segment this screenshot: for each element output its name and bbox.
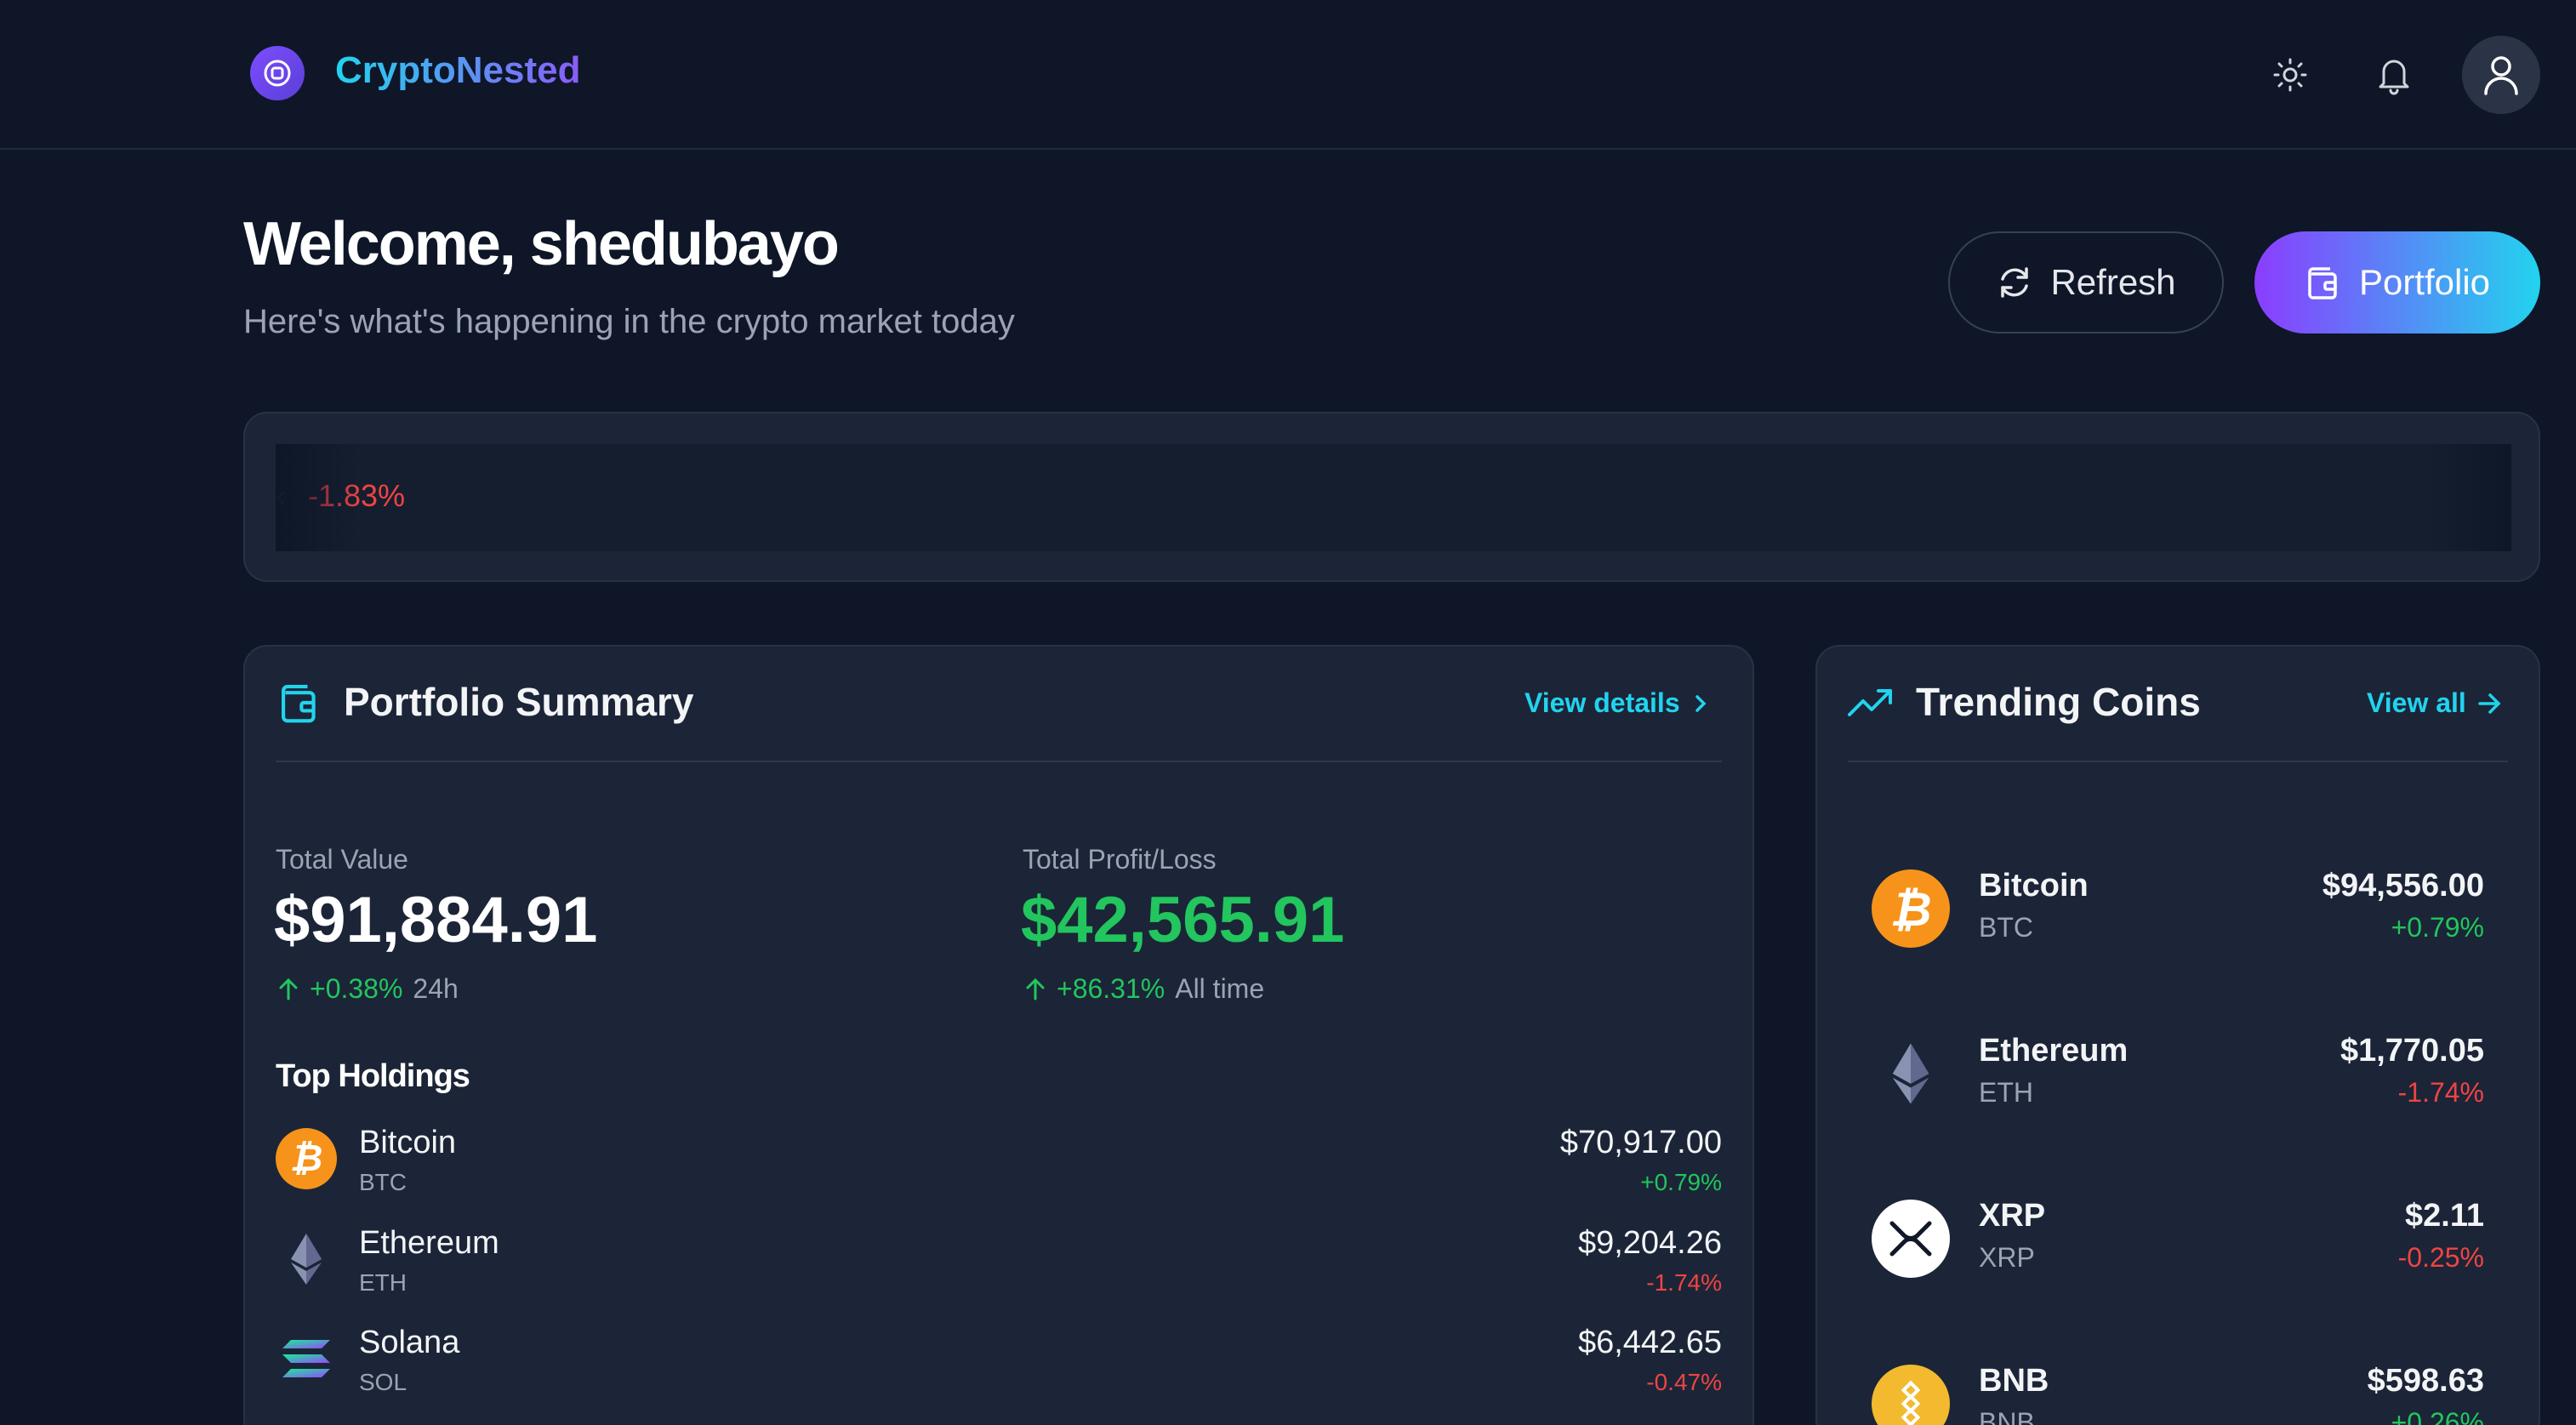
holding-symbol: BTC — [359, 1169, 407, 1195]
user-avatar[interactable] — [2462, 36, 2540, 114]
user-icon — [2484, 56, 2518, 95]
solana-icon — [276, 1328, 337, 1389]
portfolio-button[interactable]: Portfolio — [2254, 231, 2540, 333]
wallet-icon — [2308, 267, 2337, 299]
trending-up-icon — [1848, 684, 1894, 726]
bnb-icon — [1872, 1365, 1950, 1425]
xrp-icon — [1872, 1200, 1950, 1278]
trending-coin-price: $1,770.05 — [2339, 1033, 2484, 1069]
trending-coin-symbol: BNB — [1979, 1407, 2035, 1425]
holding-change: -0.47% — [1646, 1369, 1722, 1395]
trending-coin-change: +0.26% — [2391, 1407, 2484, 1425]
view-all-link[interactable]: View all — [2367, 687, 2502, 719]
chevron-right-icon — [1695, 694, 1707, 712]
holding-change: +0.79% — [1640, 1169, 1722, 1195]
total-value-label: Total Value — [276, 844, 408, 875]
trending-row-bnb[interactable]: BNB BNB $598.63 +0.26% — [1872, 1363, 2484, 1425]
profit-loss-label: Total Profit/Loss — [1023, 844, 1217, 875]
trending-coin-change: -1.74% — [2397, 1077, 2484, 1108]
profit-loss-change: +86.31% All time — [1024, 973, 1264, 1005]
trending-coin-change: -0.25% — [2397, 1242, 2484, 1273]
welcome-title: Welcome, shedubayo — [243, 210, 840, 278]
trending-row-xrp[interactable]: XRP XRP $2.11 -0.25% — [1872, 1198, 2484, 1283]
profit-loss-period: All time — [1175, 973, 1265, 1004]
trending-coin-name: Bitcoin — [1979, 868, 2089, 903]
holding-name: Ethereum — [359, 1225, 499, 1261]
ethereum-icon — [1872, 1035, 1950, 1113]
trending-coin-price: $2.11 — [2405, 1198, 2484, 1234]
portfolio-label: Portfolio — [2358, 262, 2491, 302]
arrow-up-icon — [279, 978, 298, 1000]
dashboard-page: CryptoNested Welcome, shedubayo Here's w… — [0, 0, 2576, 1425]
holding-value: $9,204.26 — [1577, 1225, 1722, 1261]
total-value-period: 24h — [413, 973, 459, 1004]
portfolio-summary-title: Portfolio Summary — [344, 680, 694, 724]
logo-icon[interactable] — [250, 46, 305, 100]
price-ticker: ‹ -1.83% — [243, 412, 2540, 582]
trending-coin-change: +0.79% — [2391, 912, 2484, 943]
view-details-label: View details — [1525, 687, 1680, 718]
trending-coin-symbol: BTC — [1979, 912, 2033, 943]
holding-row-ethereum[interactable]: Ethereum ETH $9,204.26 -1.74% — [274, 1225, 1722, 1310]
bitcoin-icon: ₿ — [1872, 869, 1950, 948]
holding-value: $70,917.00 — [1559, 1125, 1722, 1160]
ticker-track: ‹ -1.83% — [276, 444, 2511, 551]
welcome-subtitle: Here's what's happening in the crypto ma… — [243, 303, 1015, 340]
holding-row-solana[interactable]: Solana SOL $6,442.65 -0.47% — [274, 1325, 1722, 1410]
refresh-label: Refresh — [2050, 262, 2176, 302]
top-holdings-title: Top Holdings — [276, 1058, 470, 1094]
holding-symbol: SOL — [359, 1369, 407, 1395]
trending-coin-price: $598.63 — [2367, 1363, 2484, 1399]
holding-change: -1.74% — [1646, 1269, 1722, 1296]
ticker-fade-right — [2426, 444, 2511, 551]
trending-row-bitcoin[interactable]: ₿ Bitcoin BTC $94,556.00 +0.79% — [1872, 868, 2484, 953]
bitcoin-icon: ₿ — [276, 1128, 337, 1189]
trending-coin-name: BNB — [1979, 1363, 2049, 1399]
bell-icon[interactable] — [2367, 48, 2421, 102]
trending-coin-symbol: ETH — [1979, 1077, 2033, 1108]
brand-name[interactable]: CryptoNested — [335, 49, 581, 92]
portfolio-divider — [276, 761, 1722, 762]
refresh-icon — [2001, 267, 2029, 298]
holding-symbol: ETH — [359, 1269, 407, 1296]
profit-loss-value: $42,565.91 — [1021, 884, 1345, 956]
ethereum-icon — [276, 1228, 337, 1290]
arrow-up-icon — [1026, 978, 1045, 1000]
holding-name: Solana — [359, 1325, 460, 1360]
sun-icon[interactable] — [2263, 48, 2317, 102]
trending-coin-name: Ethereum — [1979, 1033, 2129, 1069]
profit-loss-change-pct: +86.31% — [1057, 973, 1165, 1004]
refresh-button[interactable]: Refresh — [1948, 231, 2224, 333]
total-value-change: +0.38% 24h — [277, 973, 459, 1005]
wallet-icon — [277, 681, 322, 729]
total-value: $91,884.91 — [274, 884, 598, 956]
trending-divider — [1848, 761, 2508, 762]
ticker-fade-left — [276, 444, 361, 551]
top-header: CryptoNested — [0, 0, 2576, 150]
holding-name: Bitcoin — [359, 1125, 457, 1160]
arrow-right-icon — [2478, 693, 2501, 714]
trending-coin-price: $94,556.00 — [2322, 868, 2484, 903]
holding-row-bitcoin[interactable]: ₿ Bitcoin BTC $70,917.00 +0.79% — [274, 1125, 1722, 1210]
view-details-link[interactable]: View details — [1525, 687, 1711, 719]
trending-row-ethereum[interactable]: Ethereum ETH $1,770.05 -1.74% — [1872, 1033, 2484, 1118]
holding-value: $6,442.65 — [1577, 1325, 1722, 1360]
trending-coin-name: XRP — [1979, 1198, 2046, 1234]
view-all-label: View all — [2367, 687, 2466, 718]
trending-coins-title: Trending Coins — [1916, 680, 2201, 724]
trending-coin-symbol: XRP — [1979, 1242, 2035, 1273]
total-value-change-pct: +0.38% — [310, 973, 403, 1004]
